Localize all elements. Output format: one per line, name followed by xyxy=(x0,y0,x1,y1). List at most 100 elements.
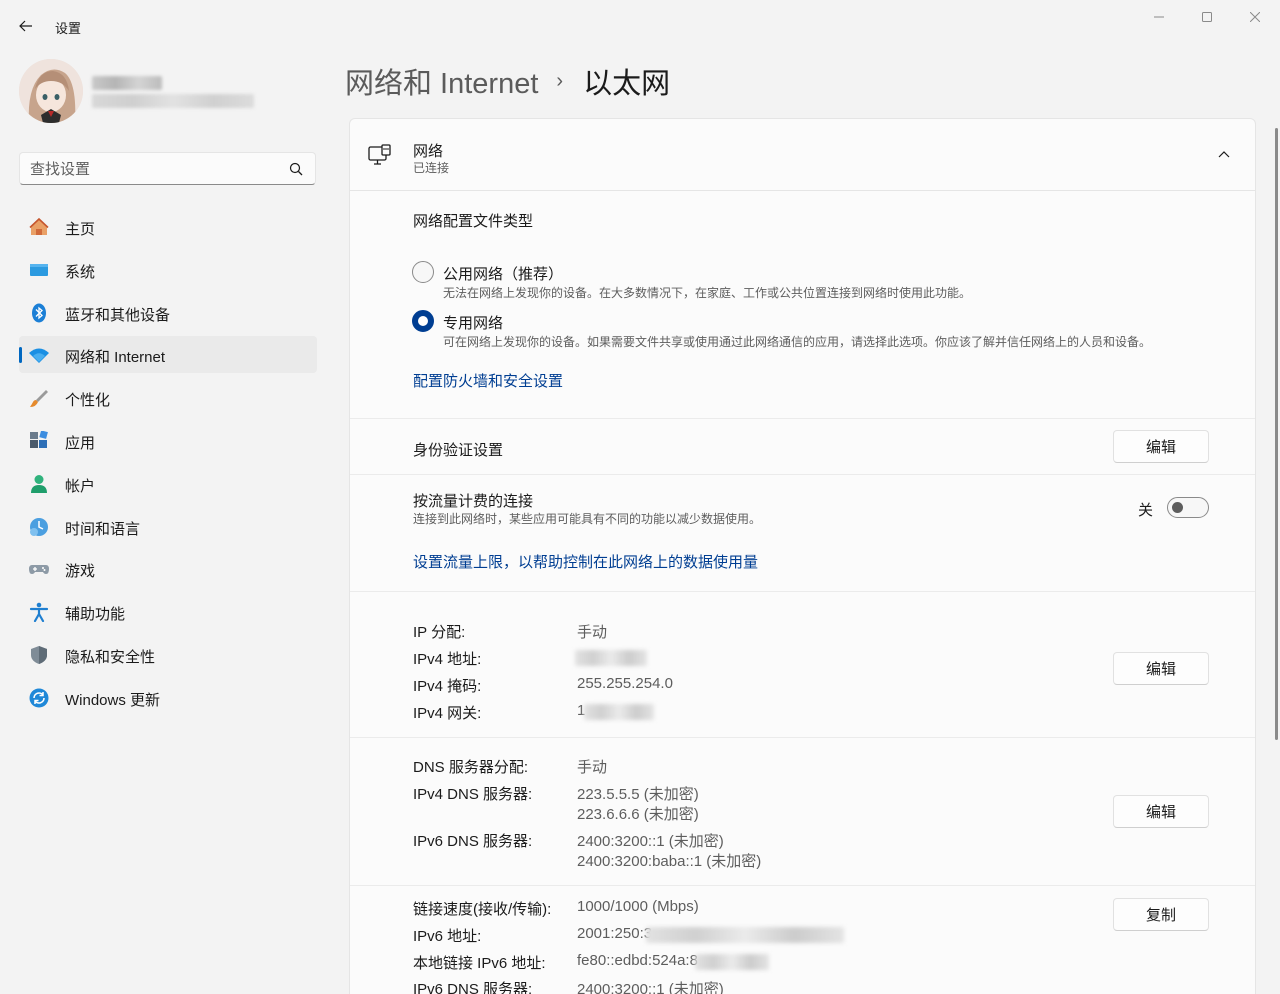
dns-assign-key: DNS 服务器分配: xyxy=(413,759,529,776)
profile-type-heading: 网络配置文件类型 xyxy=(413,213,534,230)
ipv4-mask-value: 255.255.254.0 xyxy=(577,675,673,692)
chevron-up-icon[interactable] xyxy=(1217,147,1231,161)
gamepad-icon xyxy=(29,565,49,575)
link-local-ipv6-key: 本地链接 IPv6 地址: xyxy=(413,955,546,972)
sidebar-item-label: 时间和语言 xyxy=(65,520,141,538)
dns-edit-button[interactable]: 编辑 xyxy=(1113,795,1209,828)
ip-edit-button[interactable]: 编辑 xyxy=(1113,652,1209,685)
sidebar-item-label: 隐私和安全性 xyxy=(65,648,156,666)
link-speed-value: 1000/1000 (Mbps) xyxy=(577,898,699,915)
ipv6-dns-value-2: 2400:3200:baba::1 (未加密) xyxy=(577,853,762,870)
avatar[interactable] xyxy=(19,59,83,123)
sidebar-item-system[interactable]: 系统 xyxy=(19,251,317,288)
ipv6-dns-value-1: 2400:3200::1 (未加密) xyxy=(577,833,724,850)
close-button[interactable] xyxy=(1232,6,1278,28)
ipv4-address-key: IPv4 地址: xyxy=(413,651,482,668)
sidebar-item-apps[interactable]: 应用 xyxy=(19,422,317,459)
public-network-desc: 无法在网络上发现你的设备。在大多数情况下，在家庭、工作或公共位置连接到网络时使用… xyxy=(443,286,972,300)
ipv4-dns-value-1: 223.5.5.5 (未加密) xyxy=(577,786,699,803)
network-card: 网络 已连接 网络配置文件类型 公用网络（推荐） 无法在网络上发现你的设备。在大… xyxy=(349,118,1256,994)
minimize-button[interactable] xyxy=(1136,6,1182,28)
sidebar-item-windows-update[interactable]: Windows 更新 xyxy=(19,679,317,716)
firewall-settings-link[interactable]: 配置防火墙和安全设置 xyxy=(413,370,563,391)
metered-label: 按流量计费的连接 xyxy=(413,493,534,510)
sidebar-item-home[interactable]: 主页 xyxy=(19,208,317,245)
ipv6-dns-props-key: IPv6 DNS 服务器: xyxy=(413,981,533,994)
breadcrumb-parent[interactable]: 网络和 Internet xyxy=(345,60,538,102)
search-icon[interactable] xyxy=(289,162,303,176)
back-button[interactable] xyxy=(14,14,38,38)
sidebar-item-time-language[interactable]: 时间和语言 xyxy=(19,508,317,545)
home-icon xyxy=(29,217,49,235)
dns-section: DNS 服务器分配: 手动 IPv4 DNS 服务器: 223.5.5.5 (未… xyxy=(350,738,1255,886)
update-icon xyxy=(29,688,49,708)
breadcrumb: 网络和 Internet › 以太网 xyxy=(345,60,670,102)
sidebar-item-label: 辅助功能 xyxy=(65,606,126,624)
metered-desc: 连接到此网络时，某些应用可能具有不同的功能以减少数据使用。 xyxy=(413,512,762,526)
ipv4-mask-key: IPv4 掩码: xyxy=(413,678,482,695)
sidebar-item-label: 系统 xyxy=(65,263,96,281)
sidebar-item-network[interactable]: 网络和 Internet xyxy=(19,336,317,374)
accessibility-icon xyxy=(29,602,49,623)
sidebar-item-accounts[interactable]: 帐户 xyxy=(19,465,317,502)
sidebar-item-privacy[interactable]: 隐私和安全性 xyxy=(19,636,317,673)
maximize-button[interactable] xyxy=(1184,6,1230,28)
private-network-label[interactable]: 专用网络 xyxy=(443,312,503,333)
scrollbar[interactable] xyxy=(1275,128,1278,740)
profile-type-section: 网络配置文件类型 公用网络（推荐） 无法在网络上发现你的设备。在大多数情况下，在… xyxy=(350,191,1255,419)
search-input[interactable] xyxy=(30,159,280,179)
properties-section: 链接速度(接收/传输): 1000/1000 (Mbps) IPv6 地址: 2… xyxy=(350,886,1255,994)
metered-state-text: 关 xyxy=(1138,502,1154,519)
account-icon xyxy=(31,474,47,493)
auth-settings-label: 身份验证设置 xyxy=(413,442,504,459)
auth-edit-button[interactable]: 编辑 xyxy=(1113,430,1209,463)
sidebar-item-accessibility[interactable]: 辅助功能 xyxy=(19,593,317,630)
network-status: 已连接 xyxy=(413,161,450,175)
sidebar-item-label: 游戏 xyxy=(65,563,96,581)
sidebar-item-label: 应用 xyxy=(65,434,96,452)
ip-section: IP 分配: 手动 IPv4 地址: IPv4 掩码: 255.255.254.… xyxy=(350,592,1255,738)
user-email-redacted xyxy=(92,94,254,108)
maximize-icon xyxy=(1202,12,1212,22)
toggle-knob xyxy=(1172,502,1183,513)
network-wifi-icon xyxy=(29,348,49,364)
copy-button[interactable]: 复制 xyxy=(1113,898,1209,931)
link-local-ipv6-value: fe80::edbd:524a:8 xyxy=(577,952,698,969)
metered-section: 按流量计费的连接 连接到此网络时，某些应用可能具有不同的功能以减少数据使用。 关… xyxy=(350,475,1255,592)
sidebar-item-label: 个性化 xyxy=(65,392,111,410)
sidebar-nav: 主页 系统 蓝牙和其他设备 网络和 Internet 个性化 应用 帐户 时间和… xyxy=(19,208,317,722)
ip-assign-value: 手动 xyxy=(577,624,608,641)
link-local-ipv6-redacted xyxy=(695,954,769,970)
public-network-radio[interactable] xyxy=(412,261,434,283)
metered-toggle[interactable] xyxy=(1167,497,1209,518)
shield-icon xyxy=(31,645,47,664)
ipv4-gateway-redacted xyxy=(584,704,654,720)
ipv6-address-redacted xyxy=(646,927,844,943)
sidebar-item-personalization[interactable]: 个性化 xyxy=(19,379,317,416)
ipv6-address-value: 2001:250:3 xyxy=(577,925,653,942)
arrow-left-icon xyxy=(19,20,32,32)
network-title: 网络 xyxy=(413,143,444,160)
auth-section: 身份验证设置 编辑 xyxy=(350,419,1255,475)
active-indicator xyxy=(19,347,22,364)
apps-icon xyxy=(30,430,48,448)
ipv6-address-key: IPv6 地址: xyxy=(413,928,482,945)
network-card-header[interactable]: 网络 已连接 xyxy=(350,119,1255,191)
search-box xyxy=(19,152,316,185)
minimize-icon xyxy=(1154,16,1164,18)
ipv4-dns-key: IPv4 DNS 服务器: xyxy=(413,786,533,803)
ethernet-monitor-icon xyxy=(368,144,391,165)
sidebar-item-bluetooth[interactable]: 蓝牙和其他设备 xyxy=(19,294,317,331)
title-bar: 设置 xyxy=(0,0,1280,48)
sidebar-item-gaming[interactable]: 游戏 xyxy=(19,550,317,587)
sidebar-item-label: 蓝牙和其他设备 xyxy=(65,306,171,324)
private-network-radio[interactable] xyxy=(412,310,434,332)
page-title: 以太网 xyxy=(583,68,671,100)
public-network-label[interactable]: 公用网络（推荐） xyxy=(443,263,563,284)
data-limit-link[interactable]: 设置流量上限，以帮助控制在此网络上的数据使用量 xyxy=(413,551,758,572)
system-icon xyxy=(30,263,48,276)
sidebar-item-label: 帐户 xyxy=(65,477,96,495)
dns-assign-value: 手动 xyxy=(577,759,608,776)
link-speed-key: 链接速度(接收/传输): xyxy=(413,901,552,918)
ipv6-dns-props-value: 2400:3200::1 (未加密) xyxy=(577,981,724,994)
